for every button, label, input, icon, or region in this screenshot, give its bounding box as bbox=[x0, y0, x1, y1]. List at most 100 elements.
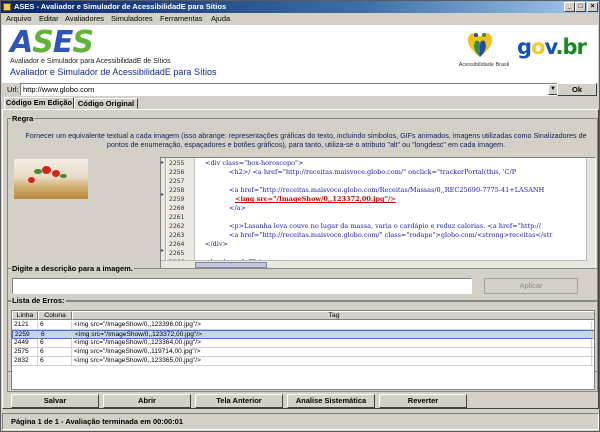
editor-gutter: ▸ ▸ ▸ bbox=[161, 158, 166, 268]
logo-subtitle: Avaliador e Simulador para Acessibilidad… bbox=[10, 58, 171, 65]
code-line: <p>Lasanha leva couve no lugar da massa,… bbox=[229, 222, 541, 230]
basil-leaf bbox=[60, 174, 67, 178]
descricao-legend: Digite a descrição para a imagem. bbox=[11, 264, 134, 273]
cell-coluna: 6 bbox=[38, 321, 72, 329]
table-row[interactable]: 2832 6 <img src="/ImageShow/0,,123365,00.j… bbox=[12, 357, 594, 366]
line-number: 2261 bbox=[169, 213, 185, 221]
line-number: 2259 bbox=[169, 195, 185, 203]
close-icon[interactable]: × bbox=[587, 2, 598, 12]
line-numbers: 2255 2256 2257 2258 2259 2260 2261 2262 2263 2264… bbox=[167, 158, 195, 268]
acc-brasil-label: Acessibilidade Brasil bbox=[458, 62, 510, 68]
code-line: </a> bbox=[229, 204, 246, 212]
lista-erros-group: Lista de Erros: Linha Coluna Tag 2121 6 <i… bbox=[7, 296, 598, 392]
cell-tag: <img src="/ImageShow/0,,123364,00.jpg"/> bbox=[72, 339, 592, 347]
cell-linha: 2449 bbox=[12, 339, 38, 347]
url-input[interactable]: http://www.globo.com bbox=[20, 83, 558, 96]
cell-linha: 2259 bbox=[13, 331, 39, 339]
tomato bbox=[52, 170, 60, 177]
url-bar: Url: http://www.globo.com ▼ Ok bbox=[1, 83, 600, 96]
line-number: 2257 bbox=[169, 177, 185, 185]
code-line: <img src="/ImageShow/0,,123372,00.jpg"/> bbox=[235, 195, 396, 203]
cell-tag: <img src="/ImageShow/0,,123365,00.jpg"/> bbox=[72, 357, 592, 365]
acessibilidade-brasil-logo: Acessibilidade Brasil bbox=[454, 29, 514, 77]
line-number: 2263 bbox=[169, 231, 185, 239]
arrow-icon: ▸ bbox=[161, 248, 165, 254]
code-line: <h2>/ <a href="http://receitas.maisvoce.… bbox=[229, 168, 517, 176]
analise-sistematica-button[interactable]: Analise Sistemática bbox=[287, 394, 375, 408]
regra-legend: Regra bbox=[11, 114, 35, 123]
erros-legend: Lista de Erros: bbox=[11, 296, 66, 305]
abrir-button[interactable]: Abrir bbox=[103, 394, 191, 408]
table-row[interactable]: 2121 6 <img src="/ImageShow/0,,123396,00.j… bbox=[12, 321, 594, 330]
descricao-input[interactable] bbox=[12, 278, 472, 294]
line-number: 2258 bbox=[169, 186, 185, 194]
title-bar[interactable]: ASES - Avaliador e Simulador de Acessibi… bbox=[1, 1, 599, 13]
tab-bar: Código Em Edição Código Original bbox=[1, 97, 600, 109]
col-header-coluna[interactable]: Coluna bbox=[38, 311, 72, 320]
errors-table[interactable]: Linha Coluna Tag 2121 6 <img src="/ImageSh… bbox=[11, 310, 595, 390]
ases-logo: ASES bbox=[10, 25, 94, 60]
menu-editar[interactable]: Editar bbox=[39, 13, 59, 25]
cell-linha: 2121 bbox=[12, 321, 38, 329]
cell-tag: <img src="/ImageShow/0,,123372,00.jpg"/> bbox=[73, 331, 593, 339]
col-header-linha[interactable]: Linha bbox=[12, 311, 38, 320]
url-label: Url: bbox=[7, 85, 19, 94]
code-line: </div> bbox=[205, 240, 228, 248]
line-number: 2260 bbox=[169, 204, 185, 212]
image-preview bbox=[14, 159, 88, 199]
menu-ajuda[interactable]: Ajuda bbox=[211, 13, 230, 25]
window-title: ASES - Avaliador e Simulador de Acessibi… bbox=[14, 2, 227, 11]
aplicar-button[interactable]: Aplicar bbox=[484, 278, 578, 294]
line-number: 2262 bbox=[169, 222, 185, 230]
cell-tag: <img src="/ImageShow/0,,119714,00.jpg"/> bbox=[72, 348, 592, 356]
status-bar: Página 1 de 1 - Avaliação terminada em 0… bbox=[2, 413, 599, 430]
menu-avaliadores[interactable]: Avaliadores bbox=[65, 13, 104, 25]
cell-tag: <img src="/ImageShow/0,,123396,00.jpg"/> bbox=[72, 321, 592, 329]
menu-bar: Arquivo Editar Avaliadores Simuladores F… bbox=[1, 13, 599, 25]
line-number: 2256 bbox=[169, 168, 185, 176]
tomato bbox=[28, 177, 35, 183]
code-line: <div class="box-horoscopo"> bbox=[205, 159, 304, 167]
tab-codigo-original[interactable]: Código Original bbox=[74, 98, 138, 109]
reverter-button[interactable]: Reverter bbox=[379, 394, 467, 408]
maximize-icon[interactable]: □ bbox=[575, 2, 586, 12]
code-line: <a href="http://receitas.maisvoce.globo.… bbox=[229, 231, 553, 239]
cell-coluna: 6 bbox=[38, 339, 72, 347]
table-row[interactable]: 2449 6 <img src="/ImageShow/0,,123364,00.j… bbox=[12, 339, 594, 348]
cell-coluna: 6 bbox=[38, 348, 72, 356]
code-line: <a href="http://receitas.maisvoce.globo.… bbox=[229, 186, 545, 194]
line-number: 2264 bbox=[169, 240, 185, 248]
menu-ferramentas[interactable]: Ferramentas bbox=[160, 13, 203, 25]
minimize-icon[interactable]: _ bbox=[564, 2, 575, 12]
menu-simuladores[interactable]: Simuladores bbox=[111, 13, 153, 25]
menu-arquivo[interactable]: Arquivo bbox=[6, 13, 31, 25]
tab-panel: Regra Fornecer um equivalente textual a … bbox=[2, 109, 599, 409]
cell-coluna: 6 bbox=[38, 357, 72, 365]
ok-button[interactable]: Ok bbox=[557, 83, 597, 96]
gov-br-logo: gov.br bbox=[517, 35, 587, 59]
tomato bbox=[42, 166, 51, 174]
vertical-scrollbar[interactable] bbox=[586, 158, 595, 268]
table-row[interactable]: 2575 6 <img src="/ImageShow/0,,119714,00.j… bbox=[12, 348, 594, 357]
horizontal-scrollbar[interactable] bbox=[161, 260, 588, 268]
line-number: 2255 bbox=[169, 159, 185, 167]
header-banner: ASES Avaliador e Simulador para Acessibi… bbox=[2, 25, 598, 83]
basil-leaf bbox=[34, 169, 42, 174]
tab-codigo-em-edicao[interactable]: Código Em Edição bbox=[4, 97, 74, 109]
descricao-group: Digite a descrição para a imagem. Aplica… bbox=[7, 264, 598, 302]
salvar-button[interactable]: Salvar bbox=[11, 394, 99, 408]
line-number: 2265 bbox=[169, 249, 185, 257]
heart-hands-icon bbox=[467, 33, 493, 57]
app-heading: Avaliador e Simulador de AcessibilidadE … bbox=[10, 67, 217, 77]
cell-linha: 2832 bbox=[12, 357, 38, 365]
col-header-tag[interactable]: Tag bbox=[72, 311, 594, 320]
table-row[interactable]: 2259 6 <img src="/ImageShow/0,,123372,00.j… bbox=[12, 330, 594, 339]
app-window: ASES - Avaliador e Simulador de Acessibi… bbox=[0, 0, 600, 432]
arrow-icon: ▸ bbox=[161, 192, 165, 198]
app-icon bbox=[3, 3, 11, 11]
tela-anterior-button[interactable]: Tela Anterior bbox=[195, 394, 283, 408]
regra-text: Fornecer um equivalente textual a cada i… bbox=[25, 131, 587, 149]
cell-linha: 2575 bbox=[12, 348, 38, 356]
code-editor[interactable]: ▸ ▸ ▸ 2255 2256 2257 2258 2259 2260 2261 2262 22… bbox=[160, 157, 596, 269]
action-buttons: Salvar Abrir Tela Anterior Analise Siste… bbox=[3, 394, 600, 410]
